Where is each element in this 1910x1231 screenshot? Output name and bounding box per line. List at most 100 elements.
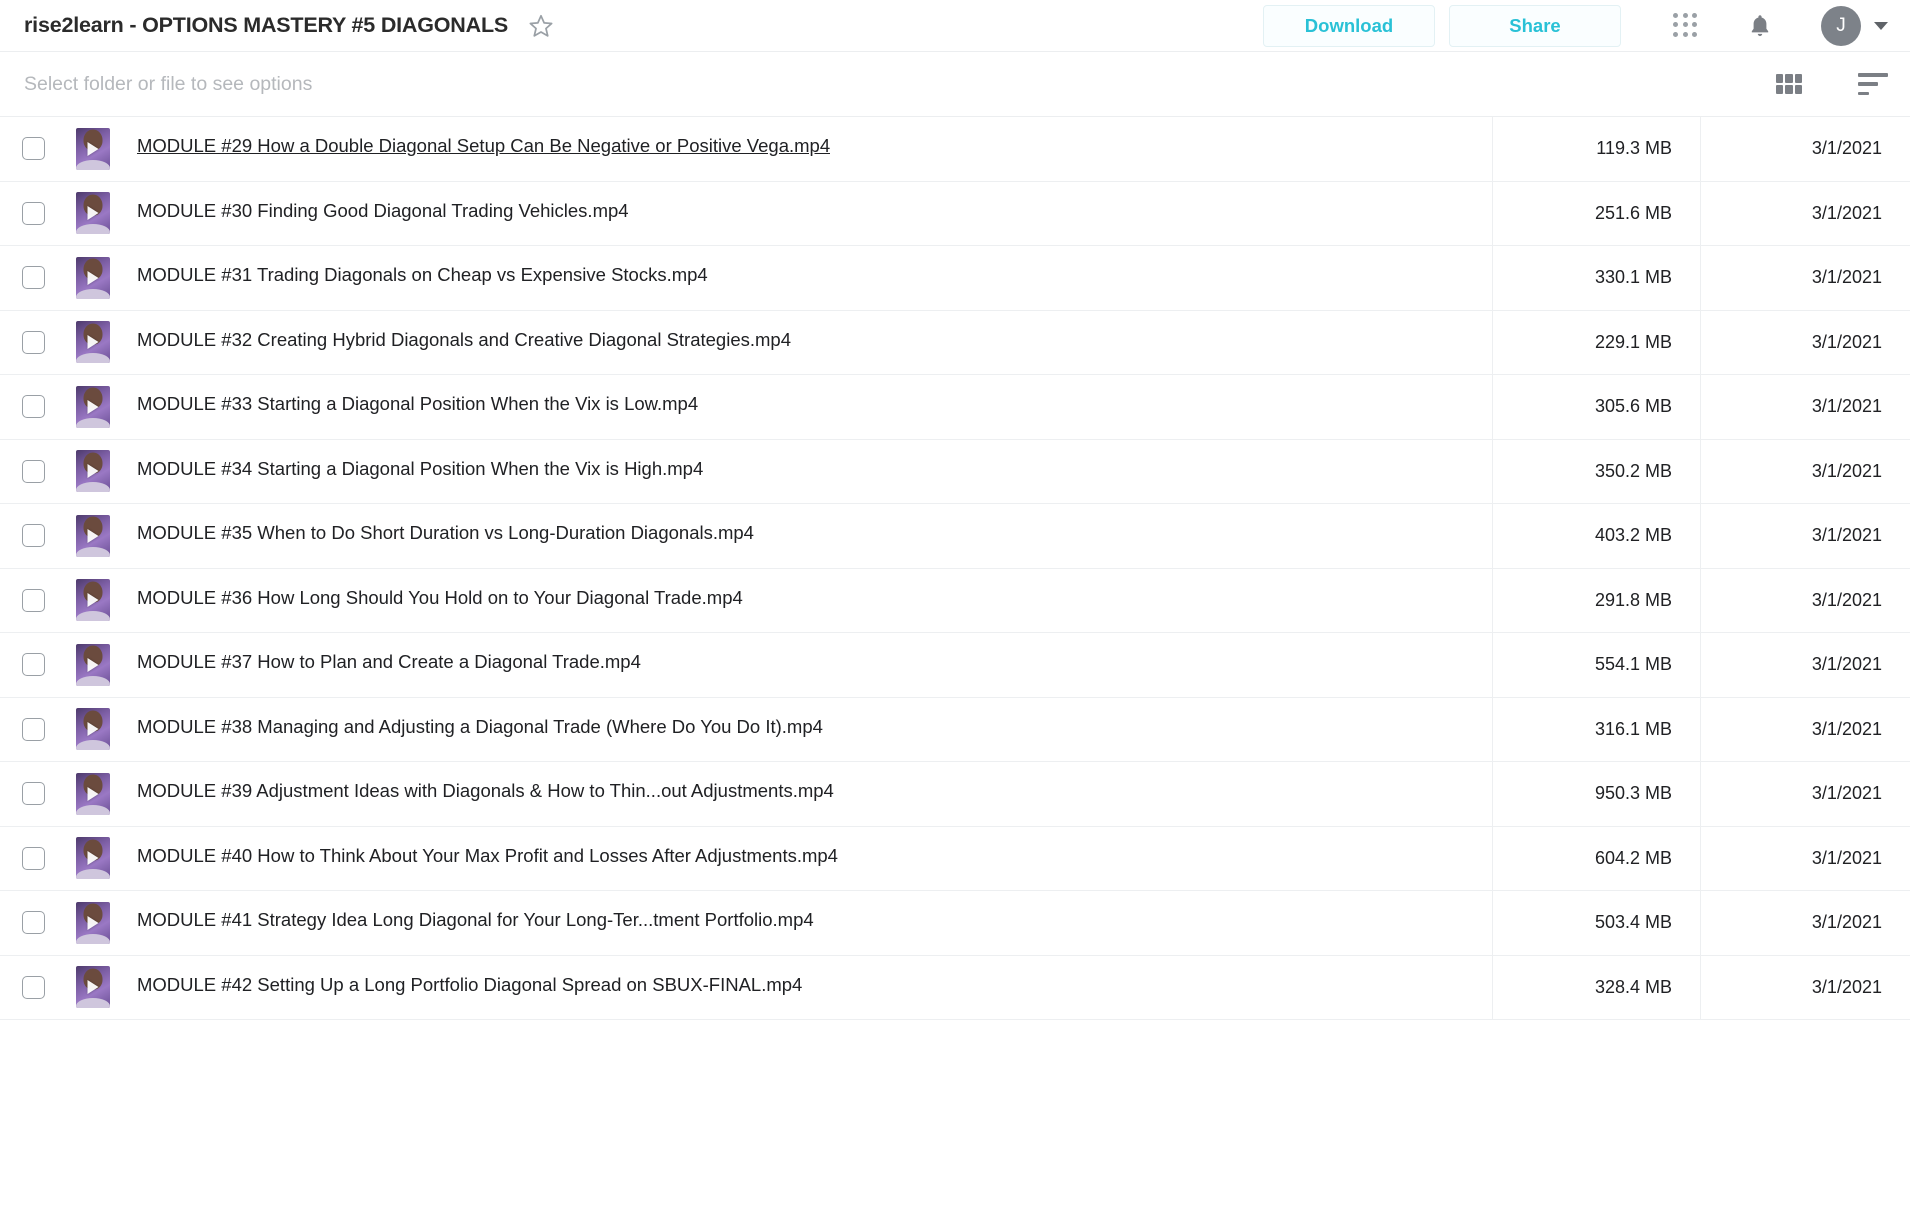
table-row[interactable]: MODULE #31 Trading Diagonals on Cheap vs… [0,246,1910,311]
file-name[interactable]: MODULE #32 Creating Hybrid Diagonals and… [137,329,791,351]
row-name-cell[interactable]: MODULE #40 How to Think About Your Max P… [120,845,1492,872]
video-thumbnail-icon[interactable] [76,966,110,1009]
video-thumbnail-icon[interactable] [76,127,110,170]
file-date: 3/1/2021 [1700,375,1910,439]
video-thumbnail-icon[interactable] [76,321,110,364]
row-checkbox-cell [0,524,66,548]
row-thumbnail-cell [66,321,120,364]
row-name-cell[interactable]: MODULE #29 How a Double Diagonal Setup C… [120,135,1492,162]
table-row[interactable]: MODULE #29 How a Double Diagonal Setup C… [0,117,1910,182]
file-size: 554.1 MB [1492,633,1700,697]
video-thumbnail-icon[interactable] [76,450,110,493]
row-name-cell[interactable]: MODULE #37 How to Plan and Create a Diag… [120,651,1492,678]
row-name-cell[interactable]: MODULE #32 Creating Hybrid Diagonals and… [120,329,1492,356]
row-name-cell[interactable]: MODULE #35 When to Do Short Duration vs … [120,522,1492,549]
file-name[interactable]: MODULE #34 Starting a Diagonal Position … [137,458,703,480]
notification-bell-icon[interactable] [1747,12,1773,40]
row-name-cell[interactable]: MODULE #38 Managing and Adjusting a Diag… [120,716,1492,743]
row-thumbnail-cell [66,837,120,880]
row-checkbox[interactable] [21,588,45,612]
file-name[interactable]: MODULE #37 How to Plan and Create a Diag… [137,651,641,673]
user-avatar-menu[interactable]: J [1821,5,1888,46]
video-thumbnail-icon[interactable] [76,192,110,235]
row-name-cell[interactable]: MODULE #41 Strategy Idea Long Diagonal f… [120,909,1492,936]
video-thumbnail-icon[interactable] [76,385,110,428]
file-name[interactable]: MODULE #29 How a Double Diagonal Setup C… [137,135,830,157]
avatar: J [1821,5,1861,46]
row-checkbox[interactable] [21,459,45,483]
table-row[interactable]: MODULE #32 Creating Hybrid Diagonals and… [0,310,1910,375]
row-checkbox[interactable] [21,782,45,806]
file-name[interactable]: MODULE #30 Finding Good Diagonal Trading… [137,200,629,222]
video-thumbnail-icon[interactable] [76,643,110,686]
video-thumbnail-icon[interactable] [76,837,110,880]
row-checkbox[interactable] [21,846,45,870]
video-thumbnail-icon[interactable] [76,514,110,557]
file-name[interactable]: MODULE #38 Managing and Adjusting a Diag… [137,716,823,738]
file-name[interactable]: MODULE #33 Starting a Diagonal Position … [137,393,698,415]
sort-list-icon[interactable] [1858,73,1888,95]
video-thumbnail-icon[interactable] [76,256,110,299]
row-checkbox-cell [0,266,66,290]
row-thumbnail-cell [66,708,120,751]
file-size: 251.6 MB [1492,181,1700,245]
row-checkbox-cell [0,975,66,999]
share-button[interactable]: Share [1449,4,1621,47]
row-checkbox[interactable] [21,524,45,548]
row-checkbox[interactable] [21,395,45,419]
file-size: 604.2 MB [1492,826,1700,890]
file-name[interactable]: MODULE #31 Trading Diagonals on Cheap vs… [137,264,708,286]
row-checkbox[interactable] [21,975,45,999]
row-checkbox-cell [0,846,66,870]
table-row[interactable]: MODULE #34 Starting a Diagonal Position … [0,439,1910,504]
table-row[interactable]: MODULE #39 Adjustment Ideas with Diagona… [0,762,1910,827]
file-name[interactable]: MODULE #42 Setting Up a Long Portfolio D… [137,974,802,996]
apps-grid-icon[interactable] [1673,12,1699,39]
row-checkbox[interactable] [21,266,45,290]
file-size: 305.6 MB [1492,375,1700,439]
row-checkbox[interactable] [21,201,45,225]
row-name-cell[interactable]: MODULE #30 Finding Good Diagonal Trading… [120,200,1492,227]
file-date: 3/1/2021 [1700,117,1910,181]
table-row[interactable]: MODULE #42 Setting Up a Long Portfolio D… [0,955,1910,1020]
file-name[interactable]: MODULE #36 How Long Should You Hold on t… [137,587,743,609]
table-row[interactable]: MODULE #33 Starting a Diagonal Position … [0,375,1910,440]
video-thumbnail-icon[interactable] [76,901,110,944]
video-thumbnail-icon[interactable] [76,708,110,751]
file-name[interactable]: MODULE #35 When to Do Short Duration vs … [137,522,754,544]
table-row[interactable]: MODULE #41 Strategy Idea Long Diagonal f… [0,891,1910,956]
row-thumbnail-cell [66,127,120,170]
star-outline-icon[interactable] [528,13,554,39]
table-row[interactable]: MODULE #36 How Long Should You Hold on t… [0,568,1910,633]
row-name-cell[interactable]: MODULE #39 Adjustment Ideas with Diagona… [120,780,1492,807]
row-thumbnail-cell [66,192,120,235]
video-thumbnail-icon[interactable] [76,772,110,815]
table-row[interactable]: MODULE #30 Finding Good Diagonal Trading… [0,181,1910,246]
video-thumbnail-icon[interactable] [76,579,110,622]
chevron-down-icon[interactable] [1874,21,1888,30]
row-checkbox[interactable] [21,653,45,677]
row-name-cell[interactable]: MODULE #36 How Long Should You Hold on t… [120,587,1492,614]
row-checkbox-cell [0,717,66,741]
row-checkbox[interactable] [21,330,45,354]
file-size: 316.1 MB [1492,697,1700,761]
row-checkbox[interactable] [21,717,45,741]
table-row[interactable]: MODULE #37 How to Plan and Create a Diag… [0,633,1910,698]
file-name[interactable]: MODULE #41 Strategy Idea Long Diagonal f… [137,909,814,931]
grid-view-icon[interactable] [1776,74,1802,94]
file-name[interactable]: MODULE #39 Adjustment Ideas with Diagona… [137,780,834,802]
row-checkbox[interactable] [21,911,45,935]
row-thumbnail-cell [66,579,120,622]
table-row[interactable]: MODULE #38 Managing and Adjusting a Diag… [0,697,1910,762]
row-checkbox[interactable] [21,137,45,161]
row-name-cell[interactable]: MODULE #33 Starting a Diagonal Position … [120,393,1492,420]
options-toolbar: Select folder or file to see options [0,52,1910,117]
download-button[interactable]: Download [1263,4,1435,47]
row-name-cell[interactable]: MODULE #31 Trading Diagonals on Cheap vs… [120,264,1492,291]
table-row[interactable]: MODULE #40 How to Think About Your Max P… [0,826,1910,891]
row-name-cell[interactable]: MODULE #42 Setting Up a Long Portfolio D… [120,974,1492,1001]
file-name[interactable]: MODULE #40 How to Think About Your Max P… [137,845,838,867]
file-size: 350.2 MB [1492,439,1700,503]
table-row[interactable]: MODULE #35 When to Do Short Duration vs … [0,504,1910,569]
row-name-cell[interactable]: MODULE #34 Starting a Diagonal Position … [120,458,1492,485]
